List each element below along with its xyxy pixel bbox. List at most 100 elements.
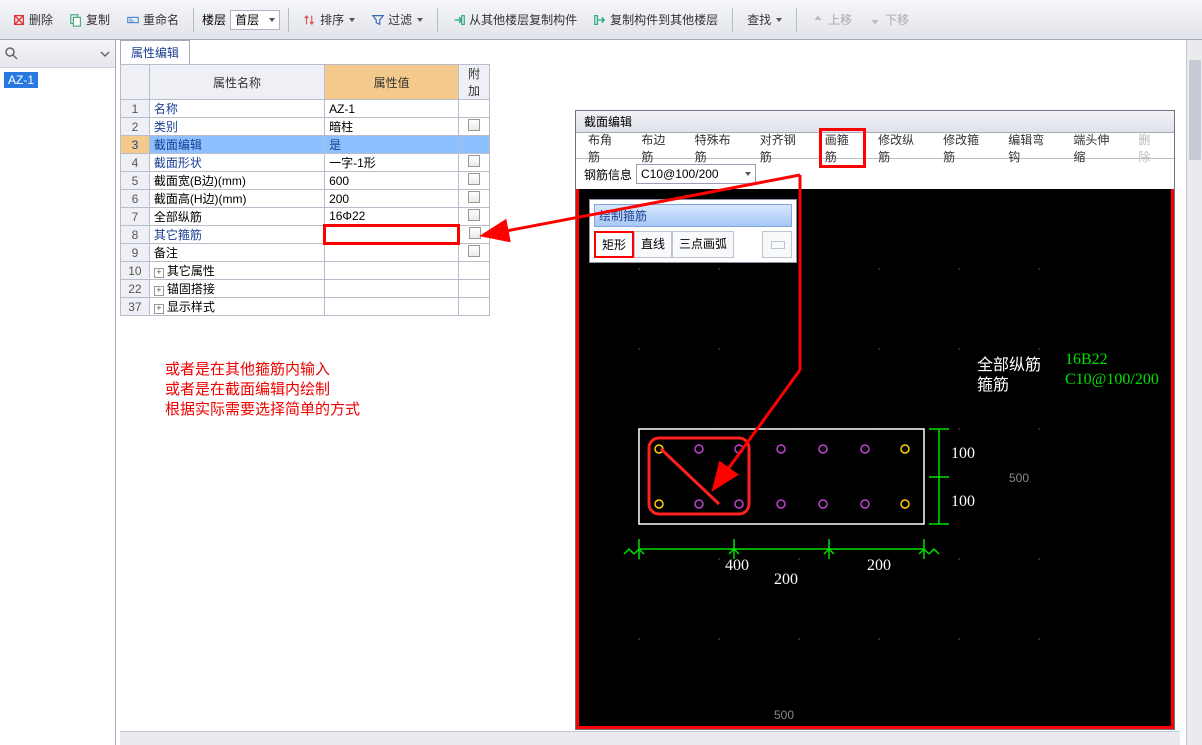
prop-extra[interactable] <box>459 298 490 316</box>
up-icon <box>811 13 825 27</box>
section-canvas[interactable]: 绘制箍筋 矩形直线三点画弧 <box>576 189 1174 729</box>
bottom-scrollbar[interactable] <box>120 731 1180 745</box>
table-row[interactable]: 37+显示样式 <box>121 298 490 316</box>
prop-value[interactable] <box>325 226 459 244</box>
copyto-label: 复制构件到其他楼层 <box>610 11 718 28</box>
table-row[interactable]: 9备注 <box>121 244 490 262</box>
prop-name: 截面高(H边)(mm) <box>149 190 324 208</box>
delete-label: 删除 <box>29 11 53 28</box>
checkbox[interactable] <box>468 245 480 257</box>
copy-button[interactable]: 复制 <box>63 8 116 32</box>
checkbox[interactable] <box>468 155 480 167</box>
prop-extra[interactable] <box>459 280 490 298</box>
rename-button[interactable]: 重命名 <box>120 8 185 32</box>
prop-extra[interactable] <box>459 208 490 226</box>
prop-value[interactable]: 16Φ22 <box>325 208 459 226</box>
prop-value[interactable]: 一字-1形 <box>325 154 459 172</box>
copyto-button[interactable]: 复制构件到其他楼层 <box>587 8 724 32</box>
filter-button[interactable]: 过滤 <box>365 8 429 32</box>
copyfrom-button[interactable]: 从其他楼层复制构件 <box>446 8 583 32</box>
prop-extra[interactable] <box>459 244 490 262</box>
prop-value[interactable]: 是 <box>325 136 459 154</box>
floor-select[interactable]: 首层 <box>230 10 280 30</box>
prop-value[interactable] <box>325 280 459 298</box>
panel-tab[interactable]: 属性编辑 <box>120 40 190 64</box>
movedown-label: 下移 <box>885 11 909 28</box>
prop-value[interactable]: 200 <box>325 190 459 208</box>
dropdown-icon <box>776 18 782 22</box>
collapse-icon[interactable] <box>99 48 111 60</box>
table-row[interactable]: 5截面宽(B边)(mm)600 <box>121 172 490 190</box>
prop-name: 截面形状 <box>149 154 324 172</box>
prop-value[interactable]: 暗柱 <box>325 118 459 136</box>
rename-icon <box>126 13 140 27</box>
movedown-button[interactable]: 下移 <box>862 8 915 32</box>
table-row[interactable]: 1名称AZ-1 <box>121 100 490 118</box>
prop-extra[interactable] <box>459 172 490 190</box>
row-number: 6 <box>121 190 150 208</box>
down-icon <box>868 13 882 27</box>
table-row[interactable]: 2类别暗柱 <box>121 118 490 136</box>
expand-icon[interactable]: + <box>154 304 164 314</box>
prop-extra[interactable] <box>459 154 490 172</box>
prop-value[interactable]: AZ-1 <box>325 100 459 118</box>
val-all: 16B22 <box>1065 351 1108 369</box>
annotation-note: 或者是在其他箍筋内输入 或者是在截面编辑内绘制 根据实际需要选择简单的方式 <box>165 360 360 420</box>
table-row[interactable]: 3截面编辑是 <box>121 136 490 154</box>
expand-icon[interactable]: + <box>154 286 164 296</box>
col-extra: 附加 <box>459 65 490 100</box>
delete-button[interactable]: 删除 <box>6 8 59 32</box>
copyfrom-label: 从其他楼层复制构件 <box>469 11 577 28</box>
table-row[interactable]: 22+锚固搭接 <box>121 280 490 298</box>
sort-button[interactable]: 排序 <box>297 8 361 32</box>
row-number: 3 <box>121 136 150 154</box>
row-number: 1 <box>121 100 150 118</box>
table-row[interactable]: 8其它箍筋 <box>121 226 490 244</box>
export-icon <box>593 13 607 27</box>
prop-name: +锚固搭接 <box>149 280 324 298</box>
scrollbar-thumb[interactable] <box>1189 60 1201 160</box>
main-toolbar: 删除 复制 重命名 楼层 首层 排序 过滤 从其他楼层复制 <box>0 0 1202 40</box>
prop-value[interactable] <box>325 244 459 262</box>
checkbox[interactable] <box>469 227 481 239</box>
checkbox[interactable] <box>468 209 480 221</box>
table-row[interactable]: 6截面高(H边)(mm)200 <box>121 190 490 208</box>
search-icon[interactable] <box>4 46 20 62</box>
checkbox[interactable] <box>468 173 480 185</box>
row-number: 9 <box>121 244 150 262</box>
prop-extra[interactable] <box>459 190 490 208</box>
checkbox[interactable] <box>468 119 480 131</box>
left-pane-header <box>0 40 115 68</box>
checkbox[interactable] <box>468 191 480 203</box>
prop-extra[interactable] <box>459 136 490 154</box>
prop-extra[interactable] <box>459 118 490 136</box>
prop-value[interactable] <box>325 298 459 316</box>
tree-item-az1[interactable]: AZ-1 <box>4 72 38 88</box>
right-scrollbar[interactable] <box>1186 40 1202 745</box>
find-button[interactable]: 查找 <box>741 8 788 32</box>
expand-icon[interactable]: + <box>154 268 164 278</box>
row-number: 37 <box>121 298 150 316</box>
steel-info-select[interactable]: C10@100/200 <box>636 164 756 184</box>
row-number: 4 <box>121 154 150 172</box>
table-row[interactable]: 4截面形状一字-1形 <box>121 154 490 172</box>
left-tree-pane: AZ-1 <box>0 40 116 745</box>
property-table: 属性名称 属性值 附加 1名称AZ-12类别暗柱3截面编辑是4截面形状一字-1形… <box>120 64 490 316</box>
floor-label: 楼层 <box>202 11 226 28</box>
steel-info-value: C10@100/200 <box>641 167 719 181</box>
table-row[interactable]: 10+其它属性 <box>121 262 490 280</box>
sort-icon <box>303 13 317 27</box>
val-hoop: C10@100/200 <box>1065 371 1159 389</box>
prop-name: 类别 <box>149 118 324 136</box>
prop-extra[interactable] <box>459 262 490 280</box>
table-row[interactable]: 7全部纵筋16Φ22 <box>121 208 490 226</box>
prop-value[interactable]: 600 <box>325 172 459 190</box>
dropdown-icon <box>745 172 751 176</box>
prop-value[interactable] <box>325 262 459 280</box>
moveup-button[interactable]: 上移 <box>805 8 858 32</box>
row-number: 7 <box>121 208 150 226</box>
prop-extra[interactable] <box>459 100 490 118</box>
dim-200b: 200 <box>867 557 891 575</box>
prop-extra[interactable] <box>459 226 490 244</box>
dim-500b: 500 <box>774 708 794 722</box>
